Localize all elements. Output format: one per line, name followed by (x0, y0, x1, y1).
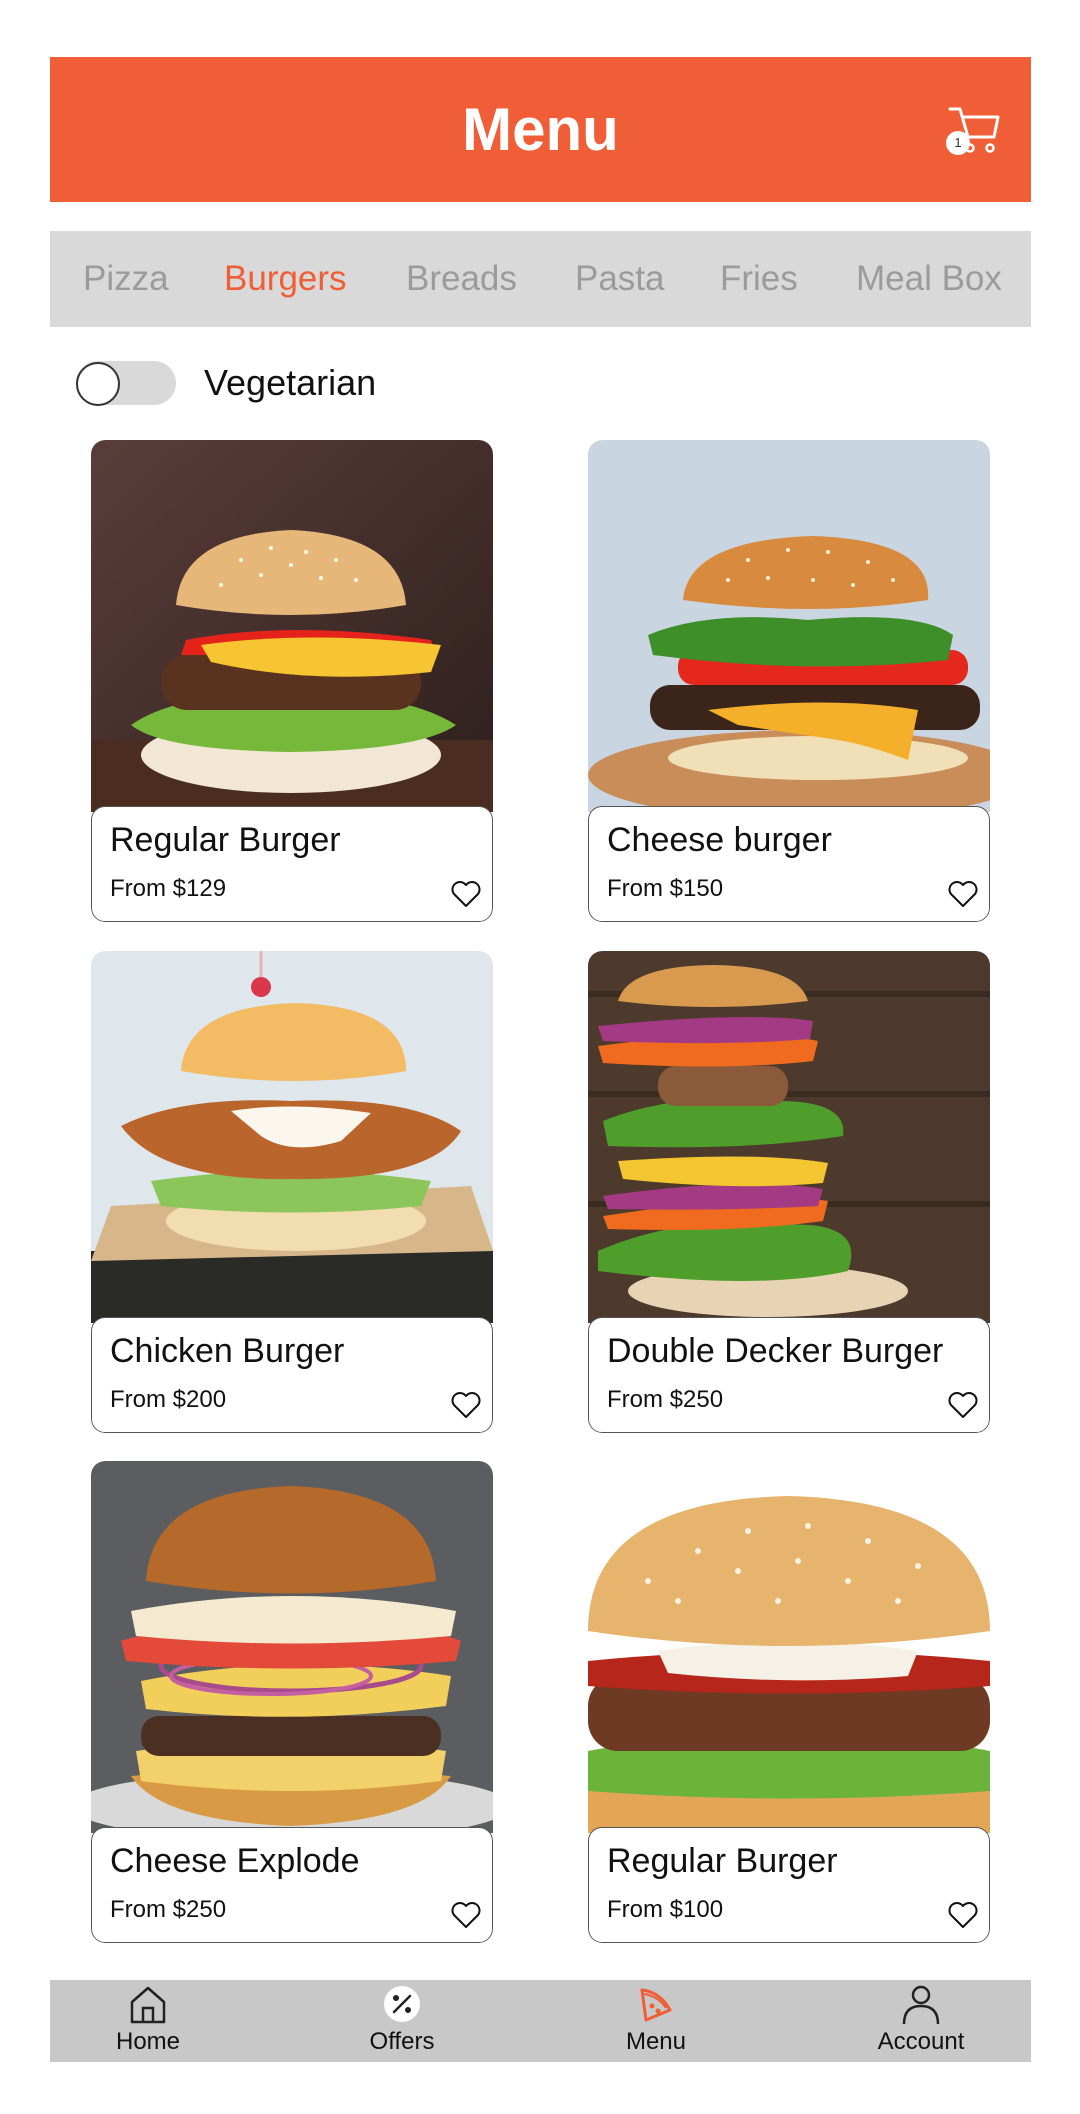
burger-photo (588, 440, 990, 812)
vegetarian-toggle[interactable] (76, 361, 176, 406)
burger-photo (91, 440, 493, 812)
menu-item-card[interactable]: Regular Burger From $100 (588, 1461, 990, 1943)
menu-item-card[interactable]: Cheese burger From $150 (588, 440, 990, 922)
nav-menu[interactable]: Menu (576, 1980, 736, 2062)
pizza-slice-icon (640, 1988, 672, 2022)
tab-fries[interactable]: Fries (720, 231, 798, 327)
burger-photo (91, 1461, 493, 1833)
nav-label: Home (115, 2028, 181, 2055)
nav-account[interactable]: Account (841, 1980, 1001, 2062)
menu-item-card[interactable]: Regular Burger From $129 (91, 440, 493, 922)
item-price: From $129 (110, 875, 227, 902)
nav-home[interactable]: Home (68, 1980, 228, 2062)
menu-item-card[interactable]: Chicken Burger From $200 (91, 951, 493, 1433)
item-info: Cheese burger From $150 (588, 806, 990, 922)
item-name: Cheese Explode (110, 1842, 360, 1880)
user-icon (902, 1985, 940, 2024)
item-price: From $250 (607, 1386, 724, 1413)
item-price: From $250 (110, 1896, 227, 1923)
menu-item-card[interactable]: Cheese Explode From $250 (91, 1461, 493, 1943)
percent-icon (384, 1986, 420, 2022)
item-price: From $100 (607, 1896, 724, 1923)
tab-meal-box[interactable]: Meal Box (856, 231, 1002, 327)
item-price: From $200 (110, 1386, 227, 1413)
tab-breads[interactable]: Breads (406, 231, 517, 327)
nav-label: Offers (369, 2028, 435, 2055)
heart-icon[interactable] (947, 879, 979, 909)
nav-offers[interactable]: Offers (322, 1980, 482, 2062)
item-info: Regular Burger From $100 (588, 1827, 990, 1943)
item-info: Cheese Explode From $250 (91, 1827, 493, 1943)
item-price: From $150 (607, 875, 724, 902)
heart-icon[interactable] (450, 1390, 482, 1420)
item-info: Chicken Burger From $200 (91, 1317, 493, 1433)
nav-label: Menu (625, 2028, 687, 2055)
item-name: Regular Burger (607, 1842, 838, 1880)
item-name: Chicken Burger (110, 1332, 345, 1370)
item-name: Regular Burger (110, 821, 341, 859)
app-header: Menu 1 (50, 57, 1031, 202)
tab-pasta[interactable]: Pasta (575, 231, 665, 327)
item-name: Cheese burger (607, 821, 832, 859)
tab-pizza[interactable]: Pizza (83, 231, 169, 327)
item-info: Regular Burger From $129 (91, 806, 493, 922)
heart-icon[interactable] (450, 879, 482, 909)
item-name: Double Decker Burger (607, 1332, 944, 1370)
menu-item-card[interactable]: Double Decker Burger From $250 (588, 951, 990, 1433)
burger-photo (588, 951, 990, 1323)
bottom-nav: Home Offers Menu Account (50, 1980, 1031, 2062)
cart-button[interactable]: 1 (946, 103, 1002, 155)
heart-icon[interactable] (450, 1900, 482, 1930)
home-icon (130, 1986, 166, 2024)
item-info: Double Decker Burger From $250 (588, 1317, 990, 1433)
burger-photo (91, 951, 493, 1323)
heart-icon[interactable] (947, 1900, 979, 1930)
cart-count-badge: 1 (946, 131, 970, 155)
nav-label: Account (877, 2028, 965, 2055)
heart-icon[interactable] (947, 1390, 979, 1420)
toggle-knob (76, 362, 120, 406)
burger-photo (588, 1461, 990, 1833)
vegetarian-label: Vegetarian (204, 362, 377, 403)
page-title: Menu (462, 96, 619, 163)
category-tabs: Pizza Burgers Breads Pasta Fries Meal Bo… (50, 231, 1031, 327)
tab-burgers[interactable]: Burgers (224, 231, 347, 327)
